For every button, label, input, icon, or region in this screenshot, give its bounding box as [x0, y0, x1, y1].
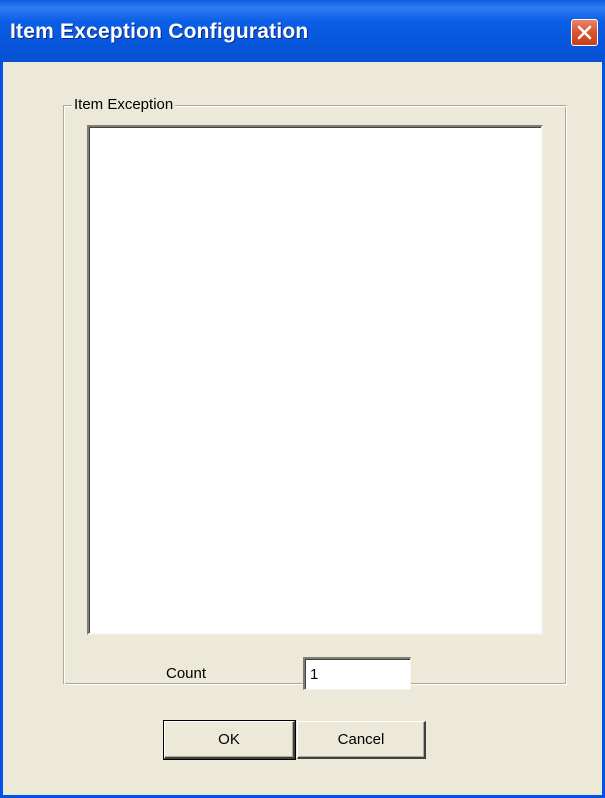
window-title: Item Exception Configuration: [10, 20, 309, 43]
count-input[interactable]: [303, 657, 411, 690]
close-button[interactable]: [571, 19, 598, 46]
item-exception-group-label: Item Exception: [72, 96, 176, 114]
close-icon: [577, 25, 592, 40]
title-bar[interactable]: Item Exception Configuration: [0, 0, 605, 62]
count-label: Count: [166, 665, 207, 682]
item-exception-listbox[interactable]: [87, 125, 543, 635]
ok-button[interactable]: OK: [163, 720, 296, 760]
cancel-button[interactable]: Cancel: [297, 721, 426, 759]
